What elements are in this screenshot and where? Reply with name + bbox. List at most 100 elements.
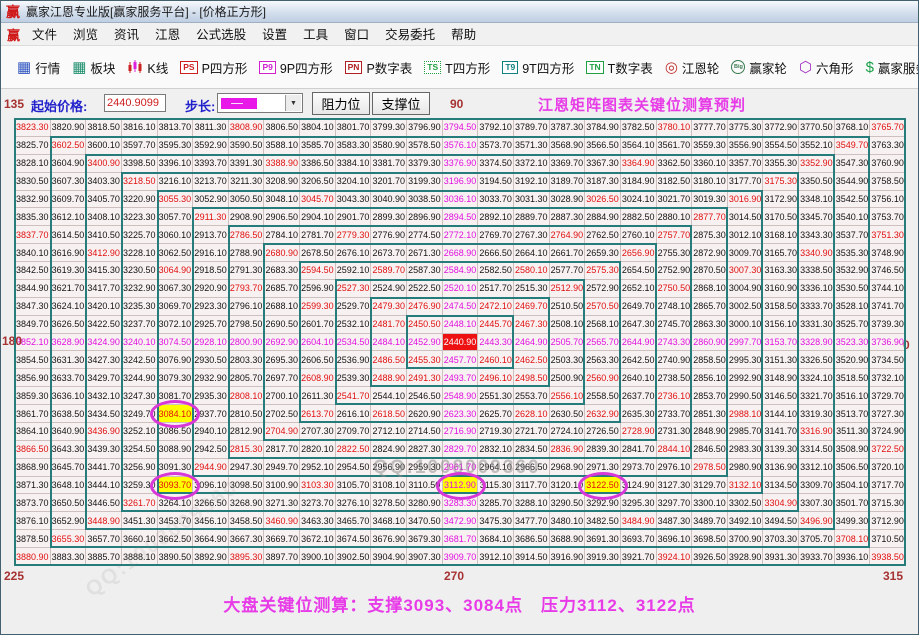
grid-cell: 3180.10 [692,173,728,191]
menu-item-1[interactable]: 浏览 [65,28,106,42]
hexagon-icon: ⬡ [799,60,812,75]
grid-cell: 3585.70 [300,137,336,155]
grid-cell: 2654.50 [621,262,657,280]
menu-item-5[interactable]: 设置 [254,28,295,42]
grid-cell: 3062.50 [158,244,194,262]
grid-cell: 3842.50 [15,262,51,280]
grid-cell: 2709.70 [336,423,372,441]
toolbar-item-time-number-table[interactable]: TNT数字表 [586,58,652,77]
grid-cell: 3321.70 [799,387,835,405]
grid-cell: 3120.10 [550,477,586,495]
grid-cell: 3134.50 [763,477,799,495]
grid-cell: 3393.70 [193,155,229,173]
toolbar-item-time-square[interactable]: TST四方形 [424,58,490,77]
toolbar-item-nine-time-square[interactable]: T99T四方形 [502,58,574,77]
grid-cell: 2875.30 [692,226,728,244]
grid-cell: 2947.30 [229,459,265,477]
grid-cell: 2808.10 [229,387,265,405]
grid-cell: 3124.90 [621,477,657,495]
toolbar-item-gann-wheel[interactable]: ◎江恩轮 [665,58,720,77]
grid-cell: 2899.30 [371,208,407,226]
grid-cell: 3201.70 [371,173,407,191]
grid-cell: 3396.10 [158,155,194,173]
grid-cell: 3679.30 [407,530,443,548]
grid-cell: 3624.10 [51,298,87,316]
menu-item-9[interactable]: 帮助 [443,28,484,42]
toolbar-item-sector-blocks[interactable]: ▦板块 [72,58,115,77]
angle-label-315: 315 [883,569,903,583]
grid-cell: 3024.10 [621,191,657,209]
grid-cell: 3631.30 [51,351,87,369]
grid-cell: 3273.70 [300,494,336,512]
grid-cell: 3664.90 [193,530,229,548]
toolbar-item-market-table[interactable]: ▦行情 [17,58,60,77]
grid-cell: 3290.50 [550,494,586,512]
grid-cell: 3938.50 [870,548,906,566]
grid-cell: 3427.30 [86,351,122,369]
grid-cell: 2870.50 [692,262,728,280]
menu-item-3[interactable]: 江恩 [147,28,188,42]
menu-item-2[interactable]: 资讯 [106,28,147,42]
grid-cell: 3542.50 [835,191,871,209]
grid-cell: 3223.30 [122,208,158,226]
menu-item-4[interactable]: 公式选股 [188,28,254,42]
grid-cell: 3422.50 [86,316,122,334]
grid-cell: 3031.30 [514,191,550,209]
grid-cell: 3924.10 [657,548,693,566]
toolbar-item-label: 行情 [35,58,60,77]
grid-cell: 2601.70 [300,316,336,334]
resistance-button[interactable]: 阻力位 [312,92,370,115]
toolbar-item-label: K线 [147,58,168,77]
grid-cell: 3676.90 [371,530,407,548]
toolbar-item-nine-price-square[interactable]: P99P四方形 [259,58,332,77]
grid-cell: 3312.10 [799,459,835,477]
combo-dropdown-arrow-icon[interactable]: ▼ [285,95,301,111]
support-button[interactable]: 支撑位 [372,92,430,115]
grid-cell: 3504.10 [835,477,871,495]
grid-cell: 3616.90 [51,244,87,262]
grid-cell: 3636.10 [51,387,87,405]
grid-cell: 2916.10 [193,244,229,262]
grid-cell: 3314.50 [799,441,835,459]
toolbar-item-price-number-table[interactable]: PNP数字表 [345,58,413,77]
toolbar-item-winner-wheel[interactable]: Big赢家轮 [731,58,787,77]
grid-cell: 3060.10 [158,226,194,244]
menu-item-8[interactable]: 交易委托 [377,28,443,42]
grid-cell: 3823.30 [15,119,51,137]
grid-cell: 3888.10 [122,548,158,566]
grid-cell: 3717.70 [870,477,906,495]
grid-cell: 3108.10 [371,477,407,495]
grid-cell: 2892.10 [478,208,514,226]
grid-cell: 2491.30 [407,369,443,387]
grid-cell: 3240.10 [122,334,158,352]
menu-item-7[interactable]: 窗口 [336,28,377,42]
grid-cell: 2632.90 [585,405,621,423]
grid-cell: 2985.70 [728,423,764,441]
grid-cell: 3700.90 [728,530,764,548]
grid-cell: 3444.10 [86,477,122,495]
grid-cell: 3453.70 [158,512,194,530]
grid-cell: 2568.10 [585,316,621,334]
grid-cell: 3830.50 [15,173,51,191]
toolbar-item-kline-candles[interactable]: K线 [127,58,168,77]
toolbar-item-service-dollar[interactable]: $赢家服务 [866,58,919,77]
grid-cell: 2464.90 [514,334,550,352]
grid-cell: 2596.90 [300,280,336,298]
grid-cell: 3156.10 [763,316,799,334]
grid-cell: 3633.70 [51,369,87,387]
angle-label-90: 90 [450,97,463,111]
grid-cell: 3340.90 [799,244,835,262]
step-combobox[interactable]: ▼ [217,93,303,113]
grid-cell: 2841.70 [621,441,657,459]
grid-cell: 2937.70 [193,405,229,423]
grid-cell: 3148.90 [763,369,799,387]
start-price-input[interactable] [104,94,166,112]
grid-cell: 3712.90 [870,512,906,530]
grid-cell: 3732.10 [870,369,906,387]
toolbar-item-hexagon[interactable]: ⬡六角形 [799,58,854,77]
menu-item-0[interactable]: 文件 [24,28,65,42]
menu-item-6[interactable]: 工具 [295,28,336,42]
grid-cell: 2956.90 [371,459,407,477]
grid-cell: 3684.10 [478,530,514,548]
toolbar-item-price-square[interactable]: PSP四方形 [180,58,247,77]
